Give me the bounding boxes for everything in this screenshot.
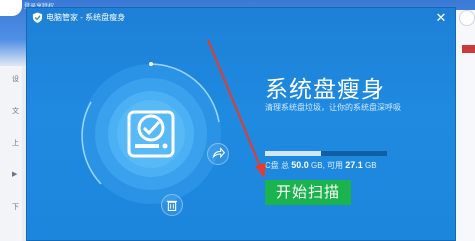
available-label: 可用 [327,161,344,170]
window-title: 电脑管家 - 系统盘瘦身 [46,13,126,22]
start-scan-button[interactable]: 开始扫描 [265,180,351,205]
drive-label: C盘 [265,161,279,170]
disk-usage-fill [265,151,321,156]
right-panel-button[interactable] [459,10,475,26]
title-bar[interactable]: 电脑管家 - 系统盘瘦身 ✕ [27,8,455,28]
sidebar-item[interactable]: 下 [12,202,19,212]
shield-icon [32,12,43,23]
available-unit: GB [365,161,377,170]
trash-button[interactable] [161,194,183,216]
total-unit: GB [311,161,323,170]
sidebar-item[interactable]: 设 [12,74,19,84]
available-value: 27.1 [345,160,363,170]
disk-slim-dialog: 电脑管家 - 系统盘瘦身 ✕ 系统盘瘦身 清理系统盘垃圾，让你的系统盘深呼吸 C… [26,7,456,241]
disk-info: C盘 总 50.0 GB, 可用 27.1 GB [265,160,377,170]
total-value: 50.0 [291,160,309,170]
trash-icon [167,200,177,211]
arc-dot [149,62,153,66]
right-panel-badge [462,45,475,53]
page-subtitle: 清理系统盘垃圾，让你的系统盘深呼吸 [265,103,401,112]
sidebar-item[interactable]: 上 [12,138,19,148]
close-button[interactable]: ✕ [433,10,449,26]
share-button[interactable] [207,143,229,165]
sidebar-item[interactable]: ▶ [12,170,17,178]
disk-gauge [81,62,221,204]
total-label: 总 [281,161,290,170]
share-icon [212,147,226,159]
disk-usage-bar [265,151,387,156]
page-title: 系统盘瘦身 [265,76,385,102]
core-circle [117,100,185,168]
sidebar-item[interactable]: 文 [12,106,19,116]
background-sidebar: 设 文 上 ▶ 下 [0,66,22,241]
